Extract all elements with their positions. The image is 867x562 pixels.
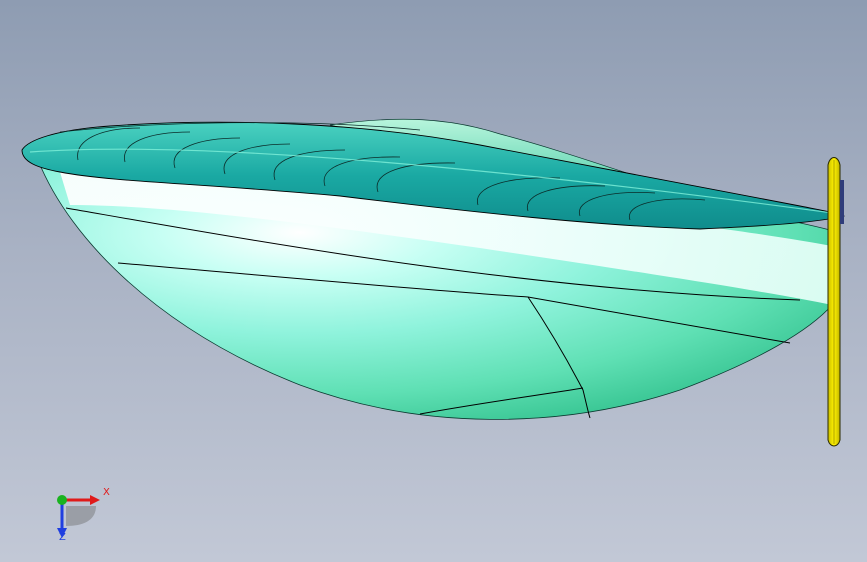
x-axis-arrow-icon <box>90 495 100 505</box>
y-axis-origin-icon <box>57 495 67 505</box>
triad-shadow <box>66 506 96 526</box>
transom-edge <box>840 180 844 224</box>
coordinate-triad: X Z <box>44 482 124 552</box>
triad-arrows <box>57 495 100 538</box>
graphics-viewport[interactable]: X Z <box>0 0 867 562</box>
z-axis-label: Z <box>59 532 66 543</box>
boat-hull-model[interactable] <box>0 0 867 562</box>
transom-plate[interactable] <box>827 157 841 447</box>
x-axis-label: X <box>103 487 110 498</box>
